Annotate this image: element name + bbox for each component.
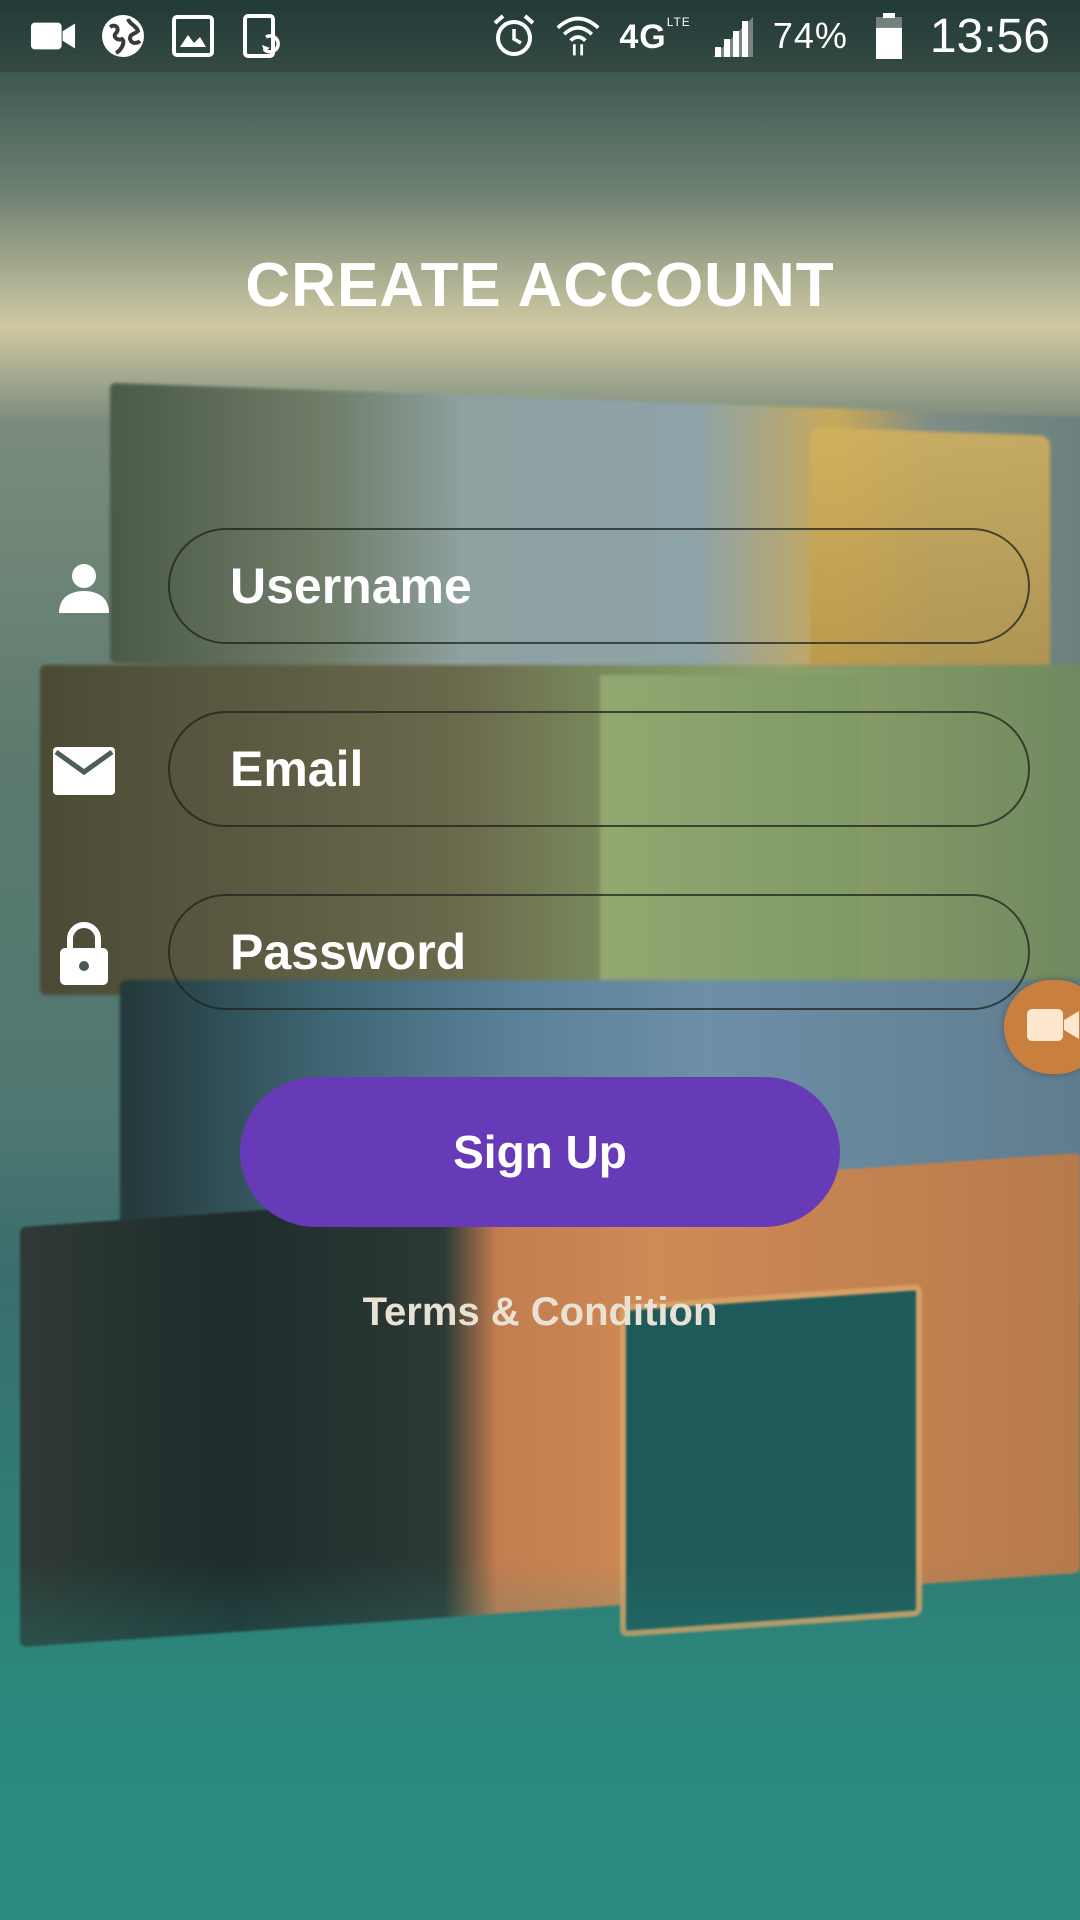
wifi-icon — [555, 13, 601, 59]
signal-icon — [709, 13, 755, 59]
network-type: 4GLTE — [619, 15, 691, 56]
email-field — [168, 711, 1030, 827]
battery-icon — [866, 13, 912, 59]
status-bar: 4GLTE 74% 13:56 — [0, 0, 1080, 72]
alarm-icon — [491, 13, 537, 59]
password-input[interactable] — [170, 896, 1028, 1008]
username-field — [168, 528, 1030, 644]
password-row — [0, 894, 1080, 1014]
email-row — [0, 711, 1080, 831]
battery-percent: 74% — [772, 15, 848, 56]
video-camera-icon — [30, 13, 76, 59]
email-input[interactable] — [170, 713, 1028, 825]
image-icon — [170, 13, 216, 59]
sign-up-button[interactable]: Sign Up — [240, 1077, 840, 1227]
screen-rotate-icon — [240, 13, 286, 59]
mail-icon — [52, 736, 116, 806]
video-camera-icon — [1026, 1006, 1080, 1049]
password-field — [168, 894, 1030, 1010]
username-row — [0, 528, 1080, 648]
terms-and-condition-link[interactable]: Terms & Condition — [0, 1290, 1080, 1335]
username-input[interactable] — [170, 530, 1028, 642]
person-icon — [52, 553, 116, 623]
globe-icon — [100, 13, 146, 59]
clock-time: 13:56 — [929, 9, 1050, 63]
page-title: CREATE ACCOUNT — [245, 251, 835, 320]
lock-icon — [52, 919, 116, 989]
